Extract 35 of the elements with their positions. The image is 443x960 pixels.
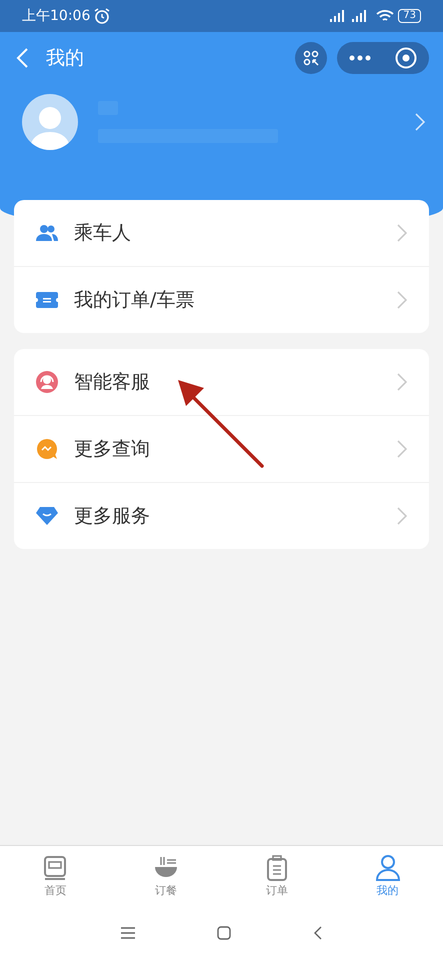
status-time: 上午10:06: [22, 7, 90, 25]
chevron-right-icon: [397, 291, 407, 309]
tab-item[interactable]: 首页: [0, 846, 111, 906]
wifi-icon: [376, 9, 394, 23]
scan-button[interactable]: [295, 42, 327, 74]
close-icon[interactable]: [395, 47, 417, 69]
tab-item[interactable]: 订餐: [110, 846, 222, 906]
menu-item[interactable]: 乘车人: [14, 200, 429, 266]
chevron-right-icon: [415, 113, 425, 131]
ticket-icon: [36, 292, 58, 308]
menu-item[interactable]: 我的订单/车票: [14, 266, 429, 333]
tab-item[interactable]: 订单: [222, 846, 332, 906]
chat-bubble-icon: [36, 438, 58, 460]
menu-label: 智能客服: [74, 370, 151, 395]
scan-icon: [303, 50, 319, 66]
menu-label: 乘车人: [74, 221, 132, 246]
diamond-icon: [36, 507, 58, 525]
page-title: 我的: [46, 46, 85, 71]
chevron-right-icon: [397, 440, 407, 458]
menu-label: 更多查询: [74, 437, 151, 462]
chevron-right-icon: [397, 507, 407, 525]
menu-item[interactable]: 更多服务: [14, 482, 429, 549]
menu-item[interactable]: 更多查询: [14, 415, 429, 482]
menu-icon[interactable]: [121, 927, 136, 939]
menu-label: 更多服务: [74, 504, 151, 529]
chevron-right-icon: [397, 224, 407, 242]
battery-level: 73: [398, 9, 421, 23]
alarm-icon: [94, 8, 110, 24]
people-icon: [36, 224, 58, 242]
back-icon[interactable]: [314, 926, 322, 940]
chevron-right-icon: [397, 373, 407, 391]
headset-icon: [36, 371, 58, 393]
menu-label: 我的订单/车票: [74, 288, 196, 313]
home-icon[interactable]: [217, 926, 232, 940]
more-icon[interactable]: [349, 55, 371, 61]
